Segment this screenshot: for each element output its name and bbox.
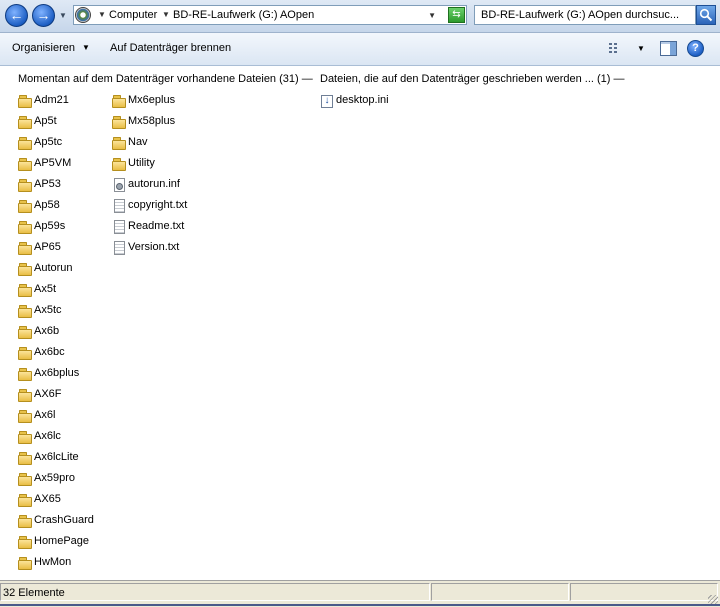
item-label: Ap58 <box>34 199 60 211</box>
folder-icon <box>18 430 32 444</box>
item-label: Adm21 <box>34 94 69 106</box>
file-list-view: Momentan auf dem Datenträger vorhandene … <box>0 66 720 580</box>
folder-icon <box>18 367 32 381</box>
settings-file-icon <box>320 94 334 108</box>
help-icon[interactable]: ? <box>687 40 704 57</box>
item-label: Ax6l <box>34 409 56 421</box>
address-history-dropdown[interactable]: ▼ <box>428 11 436 20</box>
disc-drive-icon <box>75 7 91 23</box>
search-placeholder: BD-RE-Laufwerk (G:) AOpen durchsuc... <box>481 9 680 21</box>
breadcrumb-computer[interactable]: Computer <box>109 9 157 21</box>
folder-icon <box>18 178 32 192</box>
folder-icon <box>18 262 32 276</box>
item-label: Ap5t <box>34 115 57 127</box>
folder-icon <box>18 346 32 360</box>
folder-icon <box>112 136 126 150</box>
item-label: Version.txt <box>128 241 180 253</box>
search-icon[interactable] <box>696 5 716 25</box>
item-count-text: 32 Elemente <box>3 587 65 599</box>
item-label: Readme.txt <box>128 220 185 232</box>
text-file-icon <box>112 220 126 234</box>
item-label: HwMon <box>34 556 72 568</box>
item-label: Ax5t <box>34 283 57 295</box>
folder-icon <box>18 493 32 507</box>
chevron-down-icon: ▼ <box>81 43 90 52</box>
settings-file-icon <box>112 178 126 192</box>
item-label: Ax6lcLite <box>34 451 79 463</box>
item-label: Ax59pro <box>34 472 75 484</box>
status-cell-count: 32 Elemente <box>0 583 430 601</box>
item-label: Autorun <box>34 262 73 274</box>
folder-icon <box>18 409 32 423</box>
item-label: AP65 <box>34 241 61 253</box>
group-header-to-write[interactable]: Dateien, die auf den Datenträger geschri… <box>320 73 625 85</box>
views-icon[interactable] <box>608 42 624 56</box>
folder-icon <box>18 325 32 339</box>
item-label: Mx58plus <box>128 115 176 127</box>
command-bar: Organisieren ▼ Auf Datenträger brennen ▼ … <box>0 33 720 66</box>
item-label: Ap59s <box>34 220 66 232</box>
breadcrumb-separator[interactable]: ▼ <box>162 10 170 19</box>
text-file-icon <box>112 199 126 213</box>
status-bar: 32 Elemente <box>0 580 720 607</box>
folder-icon <box>112 157 126 171</box>
status-cell <box>431 583 569 601</box>
views-dropdown[interactable]: ▼ <box>637 44 645 53</box>
folder-icon <box>18 115 32 129</box>
folder-icon <box>18 94 32 108</box>
item-label: AX65 <box>34 493 61 505</box>
breadcrumb-separator[interactable]: ▼ <box>98 10 106 19</box>
item-label: Mx6eplus <box>128 94 176 106</box>
search-input[interactable]: BD-RE-Laufwerk (G:) AOpen durchsuc... <box>474 5 696 25</box>
folder-icon <box>18 304 32 318</box>
folder-icon <box>18 451 32 465</box>
item-label: desktop.ini <box>336 94 389 106</box>
item-label: Ax6bplus <box>34 367 80 379</box>
folder-icon <box>18 136 32 150</box>
folder-icon <box>18 388 32 402</box>
item-label: Nav <box>128 136 148 148</box>
item-label: CrashGuard <box>34 514 94 526</box>
recent-pages-dropdown[interactable]: ▼ <box>59 11 67 20</box>
preview-pane-icon[interactable] <box>660 41 677 56</box>
refresh-icon[interactable]: ⇆ <box>448 7 465 23</box>
item-label: HomePage <box>34 535 90 547</box>
folder-icon <box>18 556 32 570</box>
back-arrow-icon[interactable]: ← <box>5 4 28 27</box>
folder-icon <box>18 199 32 213</box>
group-header-on-disc[interactable]: Momentan auf dem Datenträger vorhandene … <box>18 73 313 85</box>
status-cell <box>570 583 718 601</box>
folder-icon <box>18 283 32 297</box>
folder-icon <box>112 115 126 129</box>
item-label: AX6F <box>34 388 62 400</box>
text-file-icon <box>112 241 126 255</box>
item-label: Ap5tc <box>34 136 63 148</box>
item-label: Ax6b <box>34 325 60 337</box>
address-bar[interactable]: ▼ Computer ▼ BD-RE-Laufwerk (G:) AOpen ▼ <box>73 5 467 25</box>
item-label: Utility <box>128 157 155 169</box>
folder-icon <box>18 241 32 255</box>
folder-icon <box>18 514 32 528</box>
item-label: Ax6lc <box>34 430 61 442</box>
organize-label: Organisieren <box>12 42 75 54</box>
burn-to-disc-button[interactable]: Auf Datenträger brennen <box>110 42 231 54</box>
forward-arrow-icon[interactable]: → <box>32 4 55 27</box>
breadcrumb-drive[interactable]: BD-RE-Laufwerk (G:) AOpen <box>173 9 314 21</box>
folder-icon <box>18 535 32 549</box>
item-label: AP5VM <box>34 157 72 169</box>
item-label: copyright.txt <box>128 199 188 211</box>
folder-icon <box>18 220 32 234</box>
organize-menu-button[interactable]: Organisieren ▼ <box>12 42 90 54</box>
folder-icon <box>112 94 126 108</box>
item-label: Ax5tc <box>34 304 62 316</box>
address-toolbar: ← → ▼ ▼ Computer ▼ BD-RE-Laufwerk (G:) A… <box>0 0 720 33</box>
item-label: AP53 <box>34 178 61 190</box>
item-label: Ax6bc <box>34 346 65 358</box>
folder-icon <box>18 472 32 486</box>
item-label: autorun.inf <box>128 178 180 190</box>
folder-icon <box>18 157 32 171</box>
